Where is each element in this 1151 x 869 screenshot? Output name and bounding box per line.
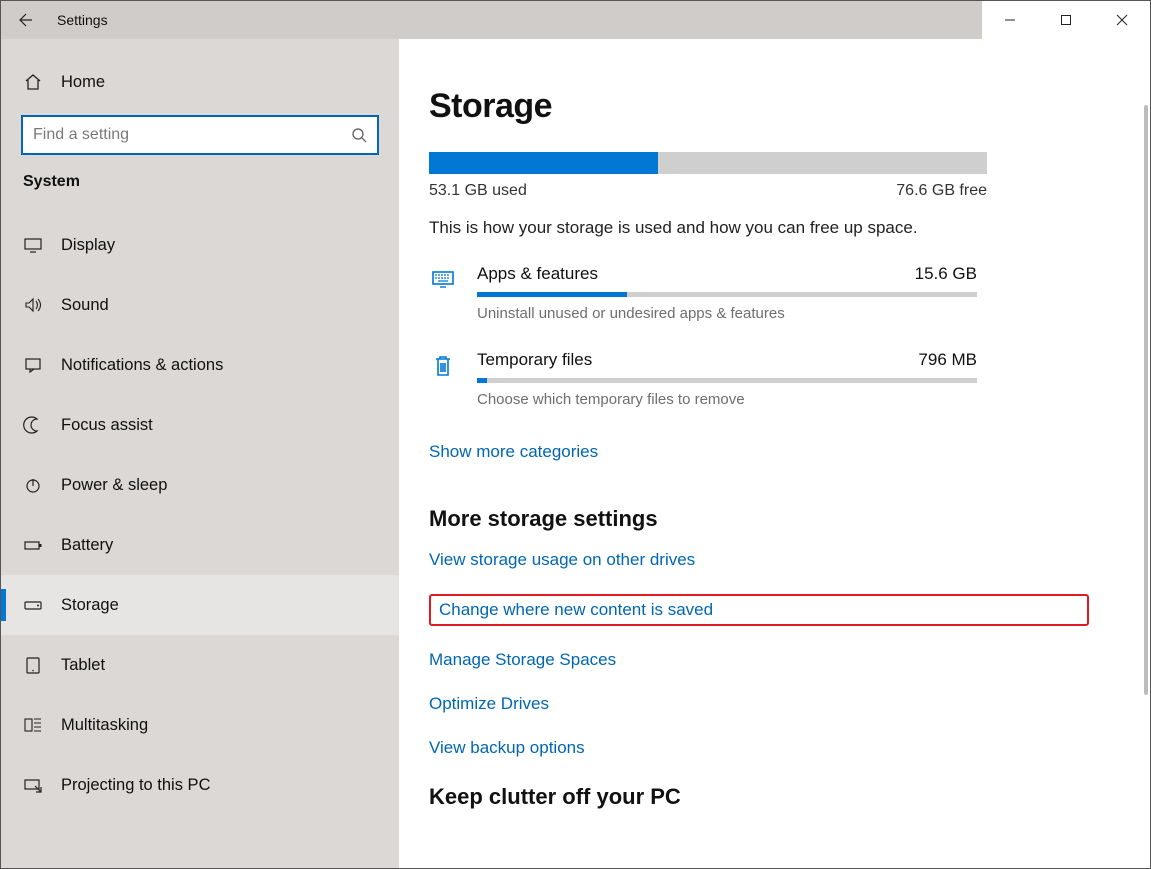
more-settings-heading: More storage settings (429, 506, 1089, 532)
category-bar (477, 292, 977, 297)
link-change-where-content-saved[interactable]: Change where new content is saved (429, 594, 1089, 626)
arrow-left-icon (15, 11, 33, 29)
show-more-categories-link[interactable]: Show more categories (429, 442, 598, 462)
category-bar (477, 378, 977, 383)
sidebar: Home System Display Sound (1, 39, 399, 868)
category-subtitle: Choose which temporary files to remove (477, 391, 1089, 408)
more-settings-links: View storage usage on other drives Chang… (429, 550, 1089, 758)
sidebar-item-power-sleep[interactable]: Power & sleep (1, 455, 399, 515)
category-size: 796 MB (918, 350, 977, 370)
storage-usage-bar (429, 152, 987, 174)
search-input[interactable] (33, 126, 351, 144)
trash-icon (429, 350, 477, 408)
battery-icon (23, 535, 61, 555)
category-apps-features[interactable]: Apps & features 15.6 GB Uninstall unused… (429, 264, 1089, 322)
category-size: 15.6 GB (915, 264, 977, 284)
category-name: Apps & features (477, 264, 598, 284)
category-subtitle: Uninstall unused or undesired apps & fea… (477, 305, 1089, 322)
nav-list: Display Sound Notifications & actions Fo… (1, 215, 399, 815)
maximize-button[interactable] (1038, 1, 1094, 39)
close-icon (1116, 14, 1128, 26)
link-view-usage-other-drives[interactable]: View storage usage on other drives (429, 550, 1089, 570)
sidebar-item-label: Battery (61, 536, 113, 555)
storage-usage-fill (429, 152, 658, 174)
category-temporary-files[interactable]: Temporary files 796 MB Choose which temp… (429, 350, 1089, 408)
notifications-icon (23, 355, 61, 375)
titlebar: Settings (1, 1, 1150, 39)
category-label: System (1, 173, 399, 209)
sidebar-item-label: Projecting to this PC (61, 776, 210, 795)
window-controls (982, 1, 1150, 39)
sidebar-item-notifications[interactable]: Notifications & actions (1, 335, 399, 395)
free-label: 76.6 GB free (896, 182, 987, 200)
minimize-button[interactable] (982, 1, 1038, 39)
home-label: Home (61, 73, 105, 92)
search-icon (351, 127, 367, 143)
home-icon (23, 72, 61, 92)
display-icon (23, 235, 61, 255)
category-name: Temporary files (477, 350, 592, 370)
sidebar-item-projecting[interactable]: Projecting to this PC (1, 755, 399, 815)
sidebar-item-label: Sound (61, 296, 109, 315)
power-icon (23, 475, 61, 495)
back-button[interactable] (1, 1, 47, 39)
main-content: Storage 53.1 GB used 76.6 GB free This i… (399, 39, 1150, 868)
home-button[interactable]: Home (1, 55, 399, 109)
sidebar-item-sound[interactable]: Sound (1, 275, 399, 335)
focus-assist-icon (23, 415, 61, 435)
sidebar-item-multitasking[interactable]: Multitasking (1, 695, 399, 755)
window-title: Settings (57, 12, 108, 28)
maximize-icon (1060, 14, 1072, 26)
link-view-backup-options[interactable]: View backup options (429, 738, 1089, 758)
storage-icon (23, 595, 61, 615)
sidebar-item-storage[interactable]: Storage (1, 575, 399, 635)
storage-description: This is how your storage is used and how… (429, 218, 1089, 238)
tablet-icon (23, 655, 61, 675)
multitasking-icon (23, 715, 61, 735)
sidebar-item-label: Storage (61, 596, 119, 615)
storage-usage-labels: 53.1 GB used 76.6 GB free (429, 182, 987, 200)
scrollbar[interactable] (1144, 105, 1148, 695)
sound-icon (23, 295, 61, 315)
settings-window: Settings Home (0, 0, 1151, 869)
apps-icon (429, 264, 477, 322)
sidebar-item-label: Display (61, 236, 115, 255)
sidebar-item-tablet[interactable]: Tablet (1, 635, 399, 695)
sidebar-item-label: Power & sleep (61, 476, 167, 495)
keep-clutter-heading: Keep clutter off your PC (429, 784, 1089, 810)
close-button[interactable] (1094, 1, 1150, 39)
link-manage-storage-spaces[interactable]: Manage Storage Spaces (429, 650, 1089, 670)
minimize-icon (1004, 14, 1016, 26)
sidebar-item-label: Tablet (61, 656, 105, 675)
sidebar-item-focus-assist[interactable]: Focus assist (1, 395, 399, 455)
sidebar-item-label: Focus assist (61, 416, 153, 435)
used-label: 53.1 GB used (429, 182, 527, 200)
search-box[interactable] (21, 115, 379, 155)
sidebar-item-display[interactable]: Display (1, 215, 399, 275)
projecting-icon (23, 775, 61, 795)
sidebar-item-label: Multitasking (61, 716, 148, 735)
page-title: Storage (429, 87, 1089, 126)
link-optimize-drives[interactable]: Optimize Drives (429, 694, 1089, 714)
sidebar-item-battery[interactable]: Battery (1, 515, 399, 575)
sidebar-item-label: Notifications & actions (61, 356, 223, 375)
